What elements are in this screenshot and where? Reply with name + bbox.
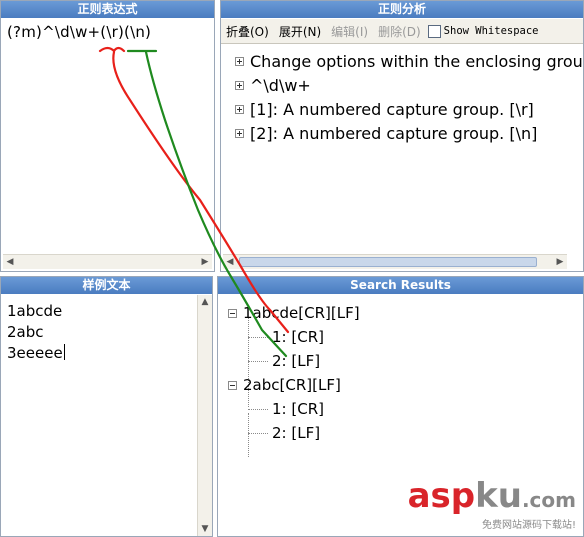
scroll-right-icon[interactable]: ▶ — [198, 255, 212, 269]
analysis-hscrollbar[interactable]: ◀ ▶ — [223, 254, 567, 269]
tree-node[interactable]: Change options within the enclosing grou… — [235, 49, 583, 73]
scroll-down-icon[interactable]: ▼ — [198, 522, 212, 536]
analysis-panel: 正则分析 折叠(O) 展开(N) 编辑(I) 删除(D) Show Whites… — [220, 0, 584, 272]
show-whitespace-label: Show Whitespace — [443, 25, 539, 37]
results-panel-title: Search Results — [218, 277, 583, 294]
collapse-button[interactable]: 折叠(O) — [221, 23, 274, 40]
text-caret — [63, 344, 65, 360]
group-label: 2: [LF] — [272, 352, 321, 370]
tree-node-label: [1]: A numbered capture group. [\r] — [250, 99, 534, 119]
tree-node[interactable]: ^\d\w+ — [235, 73, 583, 97]
expand-icon[interactable] — [235, 128, 244, 138]
edit-button[interactable]: 编辑(I) — [326, 23, 373, 40]
sample-line: 3eeeee — [7, 344, 63, 362]
group-node[interactable]: 1: [CR] — [228, 397, 360, 421]
analysis-toolbar: 折叠(O) 展开(N) 编辑(I) 删除(D) Show Whitespace — [221, 19, 583, 44]
match-label: 2abc[CR][LF] — [243, 376, 341, 394]
sample-text-editor[interactable]: 1abcde 2abc 3eeeee — [7, 301, 65, 364]
tree-node-label: ^\d\w+ — [250, 75, 311, 95]
scroll-left-icon[interactable]: ◀ — [223, 255, 237, 269]
tree-node-label: Change options within the enclosing grou… — [250, 51, 584, 71]
match-node[interactable]: 1abcde[CR][LF] — [228, 301, 360, 325]
tree-node-label: [2]: A numbered capture group. [\n] — [250, 123, 538, 143]
group-node[interactable]: 1: [CR] — [228, 325, 360, 349]
expand-button[interactable]: 展开(N) — [274, 23, 326, 40]
regex-panel: 正则表达式 (?m)^\d\w+(\r)(\n) ◀ ▶ — [0, 0, 215, 272]
scroll-left-icon[interactable]: ◀ — [3, 255, 17, 269]
sample-line: 2abc — [7, 323, 44, 341]
expand-icon[interactable] — [235, 104, 244, 114]
analysis-tree: Change options within the enclosing grou… — [235, 49, 583, 145]
watermark: aspku.com 免费网站源码下载站! — [408, 478, 576, 531]
sample-vscrollbar[interactable]: ▲ ▼ — [197, 295, 212, 536]
group-label: 1: [CR] — [272, 328, 324, 346]
collapse-icon[interactable] — [228, 380, 237, 390]
regex-input[interactable]: (?m)^\d\w+(\r)(\n) — [7, 23, 151, 41]
match-node[interactable]: 2abc[CR][LF] — [228, 373, 360, 397]
scroll-up-icon[interactable]: ▲ — [198, 295, 212, 309]
scroll-thumb[interactable] — [239, 257, 537, 267]
sample-panel-title: 样例文本 — [1, 277, 212, 294]
show-whitespace-checkbox[interactable] — [427, 24, 441, 38]
analysis-panel-title: 正则分析 — [221, 1, 583, 18]
show-whitespace-toggle[interactable]: Show Whitespace — [426, 24, 539, 38]
group-label: 2: [LF] — [272, 424, 321, 442]
group-node[interactable]: 2: [LF] — [228, 349, 360, 373]
sample-panel: 样例文本 1abcde 2abc 3eeeee ▲ ▼ — [0, 276, 213, 537]
regex-hscrollbar[interactable]: ◀ ▶ — [3, 254, 212, 269]
watermark-logo: aspku.com — [407, 476, 576, 516]
scroll-right-icon[interactable]: ▶ — [553, 255, 567, 269]
expand-icon[interactable] — [235, 80, 244, 90]
group-node[interactable]: 2: [LF] — [228, 421, 360, 445]
expand-icon[interactable] — [235, 56, 244, 66]
sample-line: 1abcde — [7, 302, 63, 320]
group-label: 1: [CR] — [272, 400, 324, 418]
delete-button[interactable]: 删除(D) — [373, 23, 426, 40]
tree-node[interactable]: [1]: A numbered capture group. [\r] — [235, 97, 583, 121]
collapse-icon[interactable] — [228, 308, 237, 318]
watermark-tagline: 免费网站源码下载站! — [481, 520, 576, 531]
tree-node[interactable]: [2]: A numbered capture group. [\n] — [235, 121, 583, 145]
results-tree: 1abcde[CR][LF] 1: [CR] 2: [LF] 2abc[CR][… — [228, 301, 360, 457]
match-label: 1abcde[CR][LF] — [243, 304, 360, 322]
regex-panel-title: 正则表达式 — [1, 1, 214, 18]
